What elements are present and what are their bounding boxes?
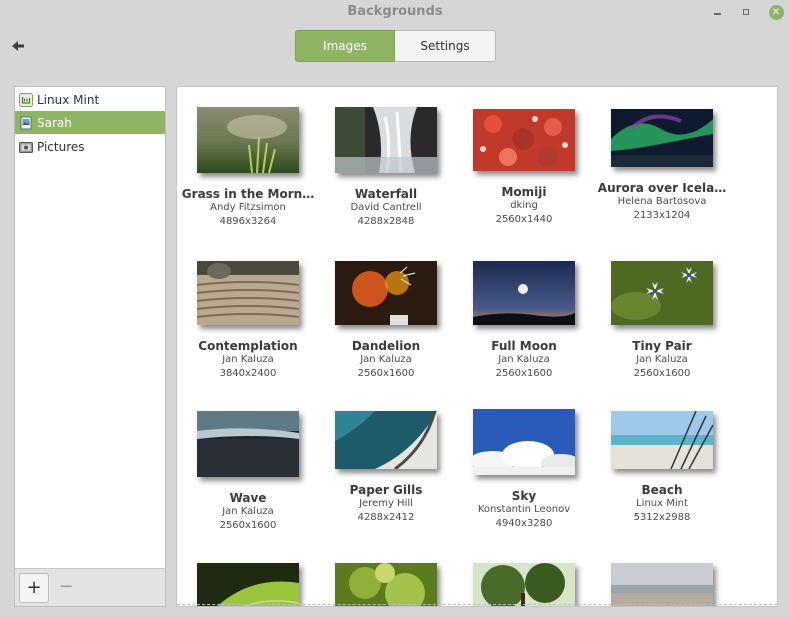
folder-icon bbox=[20, 116, 32, 129]
sidebar: Linux Mint Sarah Pictures + − bbox=[14, 86, 166, 607]
wallpaper-thumbnail bbox=[611, 563, 713, 606]
wallpaper-author: Konstantin Leonov bbox=[477, 504, 571, 515]
wallpaper-thumbnail bbox=[335, 261, 437, 325]
wallpaper-thumbnail bbox=[473, 109, 575, 171]
tab-images[interactable]: Images bbox=[295, 30, 395, 62]
wallpaper-thumbnail bbox=[611, 109, 713, 167]
wallpaper-name: Aurora over Icela… bbox=[597, 181, 727, 195]
sidebar-item-label: Pictures bbox=[37, 139, 85, 154]
wallpaper-tile[interactable]: Paper Gills Jeremy Hill 4288x2412 bbox=[317, 411, 455, 525]
wallpaper-author: Linux Mint bbox=[636, 498, 688, 509]
wallpaper-name: Wave bbox=[229, 491, 267, 505]
wallpaper-author: Jan Kaluza bbox=[222, 354, 274, 365]
close-icon: ✕ bbox=[768, 4, 784, 20]
back-arrow-icon bbox=[12, 41, 24, 51]
wallpaper-author: dking bbox=[510, 200, 538, 211]
wallpaper-thumbnail bbox=[197, 261, 299, 325]
mint-logo-icon bbox=[19, 92, 33, 107]
wallpaper-thumbnail bbox=[611, 261, 713, 325]
wallpaper-size: 2560x1440 bbox=[495, 214, 553, 225]
wallpaper-tile[interactable]: Tiny Pair Jan Kaluza 2560x1600 bbox=[593, 261, 731, 381]
wallpaper-tile[interactable]: Grass in the Morn… Andy Fitzsimon 4896x3… bbox=[179, 107, 317, 229]
remove-folder-button[interactable]: − bbox=[51, 573, 81, 603]
wallpaper-name: Waterfall bbox=[354, 187, 418, 201]
wallpaper-thumbnail bbox=[473, 261, 575, 325]
wallpaper-thumbnail bbox=[197, 563, 299, 606]
wallpaper-size: 5312x2988 bbox=[633, 512, 691, 523]
sidebar-toolbar: + − bbox=[15, 568, 165, 606]
wallpaper-author: Jan Kaluza bbox=[636, 354, 688, 365]
wallpaper-size: 4288x2412 bbox=[357, 512, 415, 523]
wallpaper-size: 4896x3264 bbox=[219, 216, 277, 227]
sidebar-item-label: Sarah bbox=[37, 115, 72, 130]
wallpaper-author: Helena Bartosova bbox=[617, 196, 707, 207]
wallpaper-author: Jan Kaluza bbox=[498, 354, 550, 365]
wallpaper-size: 2560x1600 bbox=[219, 520, 277, 531]
wallpaper-tile[interactable]: Full Moon Jan Kaluza 2560x1600 bbox=[455, 261, 593, 381]
wallpaper-gallery: Grass in the Morn… Andy Fitzsimon 4896x3… bbox=[176, 86, 778, 607]
wallpaper-size: 4940x3280 bbox=[495, 518, 553, 529]
wallpaper-author: Jeremy Hill bbox=[359, 498, 413, 509]
wallpaper-size: 2560x1600 bbox=[495, 368, 553, 379]
wallpaper-tile[interactable]: Contemplation Jan Kaluza 3840x2400 bbox=[179, 261, 317, 381]
add-folder-button[interactable]: + bbox=[19, 573, 49, 603]
wallpaper-thumbnail bbox=[473, 409, 575, 475]
wallpaper-thumbnail bbox=[611, 411, 713, 469]
maximize-button[interactable] bbox=[736, 2, 756, 22]
minimize-button[interactable] bbox=[707, 2, 727, 22]
backgrounds-window: Backgrounds ✕ Images Settings Linux Mint bbox=[0, 0, 790, 618]
maximize-icon bbox=[743, 9, 749, 15]
view-switcher: Images Settings bbox=[295, 30, 496, 62]
wallpaper-name: Full Moon bbox=[491, 339, 557, 353]
wallpaper-thumbnail bbox=[335, 107, 437, 173]
wallpaper-thumbnail bbox=[197, 107, 299, 173]
minimize-icon bbox=[713, 13, 721, 15]
wallpaper-tile[interactable] bbox=[593, 563, 731, 606]
wallpaper-author: Jan Kaluza bbox=[222, 506, 274, 517]
wallpaper-name: Dandelion bbox=[351, 339, 421, 353]
wallpaper-name: Sky bbox=[511, 489, 537, 503]
wallpaper-author: Jan Kaluza bbox=[360, 354, 412, 365]
wallpaper-name: Paper Gills bbox=[349, 483, 423, 497]
wallpaper-thumbnail bbox=[335, 563, 437, 606]
wallpaper-size: 3840x2400 bbox=[219, 368, 277, 379]
wallpaper-tile[interactable] bbox=[455, 563, 593, 606]
wallpaper-tile[interactable]: Momiji dking 2560x1440 bbox=[455, 109, 593, 227]
wallpaper-size: 4288x2848 bbox=[357, 216, 415, 227]
pictures-folder-icon bbox=[19, 141, 33, 153]
wallpaper-author: Andy Fitzsimon bbox=[210, 202, 286, 213]
wallpaper-name: Beach bbox=[641, 483, 683, 497]
sidebar-item-sarah[interactable]: Sarah bbox=[15, 111, 165, 134]
wallpaper-name: Grass in the Morn… bbox=[181, 187, 315, 201]
wallpaper-tile[interactable] bbox=[317, 563, 455, 606]
wallpaper-name: Contemplation bbox=[198, 339, 298, 353]
wallpaper-tile[interactable]: Wave Jan Kaluza 2560x1600 bbox=[179, 411, 317, 533]
wallpaper-author: David Cantrell bbox=[350, 202, 422, 213]
wallpaper-tile[interactable]: Waterfall David Cantrell 4288x2848 bbox=[317, 107, 455, 229]
sidebar-item-pictures[interactable]: Pictures bbox=[15, 135, 165, 158]
gallery-bottom-edge bbox=[177, 604, 777, 606]
wallpaper-tile[interactable]: Aurora over Icela… Helena Bartosova 2133… bbox=[593, 109, 731, 223]
wallpaper-tile[interactable] bbox=[179, 563, 317, 606]
window-title: Backgrounds bbox=[347, 4, 443, 19]
wallpaper-name: Tiny Pair bbox=[632, 339, 692, 353]
tab-settings[interactable]: Settings bbox=[395, 30, 496, 62]
wallpaper-thumbnail bbox=[473, 563, 575, 606]
wallpaper-tile[interactable]: Sky Konstantin Leonov 4940x3280 bbox=[455, 409, 593, 531]
sidebar-item-linux-mint[interactable]: Linux Mint bbox=[15, 88, 165, 111]
back-button[interactable] bbox=[8, 36, 28, 56]
wallpaper-thumbnail bbox=[335, 411, 437, 469]
wallpaper-tile[interactable]: Beach Linux Mint 5312x2988 bbox=[593, 411, 731, 525]
wallpaper-size: 2133x1204 bbox=[633, 210, 691, 221]
wallpaper-size: 2560x1600 bbox=[357, 368, 415, 379]
wallpaper-thumbnail bbox=[197, 411, 299, 477]
sidebar-item-label: Linux Mint bbox=[37, 92, 100, 107]
title-bar: Backgrounds ✕ bbox=[0, 0, 790, 26]
wallpaper-size: 2560x1600 bbox=[633, 368, 691, 379]
wallpaper-tile[interactable]: Dandelion Jan Kaluza 2560x1600 bbox=[317, 261, 455, 381]
close-button[interactable]: ✕ bbox=[766, 2, 786, 22]
wallpaper-name: Momiji bbox=[501, 185, 547, 199]
